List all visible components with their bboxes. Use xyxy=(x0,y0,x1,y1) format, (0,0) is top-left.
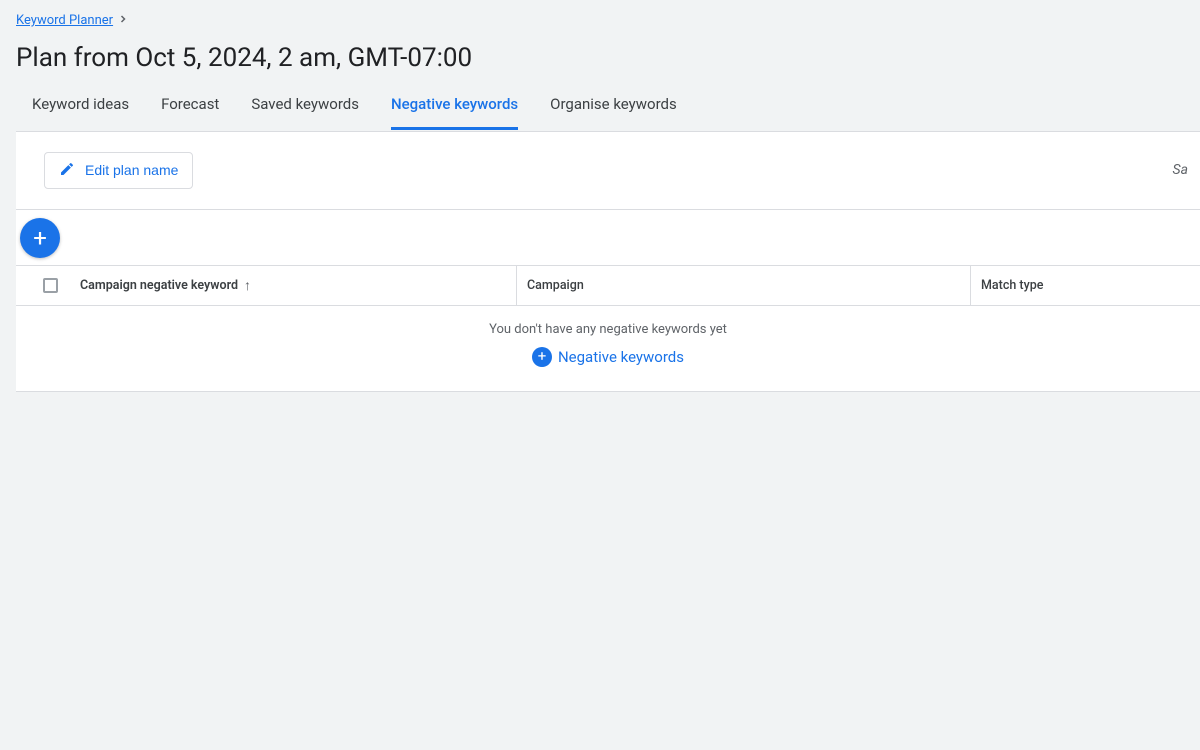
column-label-match-type: Match type xyxy=(981,278,1043,293)
table-header-campaign[interactable]: Campaign xyxy=(516,266,970,305)
column-label-campaign-negative-keyword: Campaign negative keyword xyxy=(80,278,238,293)
add-negative-keyword-fab[interactable]: + xyxy=(20,218,60,258)
tab-negative-keywords[interactable]: Negative keywords xyxy=(391,91,518,130)
fab-row: + xyxy=(16,210,1200,266)
page-title: Plan from Oct 5, 2024, 2 am, GMT-07:00 xyxy=(16,43,1200,73)
table-header-checkbox-cell xyxy=(16,278,72,293)
content-card: Edit plan name Sa + Campaign negative ke… xyxy=(16,131,1200,392)
add-negative-keywords-button[interactable]: + Negative keywords xyxy=(532,347,684,367)
tabs: Keyword ideas Forecast Saved keywords Ne… xyxy=(16,91,1200,131)
breadcrumb: Keyword Planner xyxy=(16,13,129,29)
plus-circle-icon: + xyxy=(532,347,552,367)
header-right-hint: Sa xyxy=(1173,162,1188,178)
empty-state-message: You don't have any negative keywords yet xyxy=(16,322,1200,337)
empty-state: You don't have any negative keywords yet… xyxy=(16,306,1200,392)
table-header: Campaign negative keyword ↑ Campaign Mat… xyxy=(16,266,1200,306)
column-label-campaign: Campaign xyxy=(527,278,584,293)
card-header: Edit plan name Sa xyxy=(16,132,1200,210)
edit-plan-name-button[interactable]: Edit plan name xyxy=(44,152,193,189)
arrow-up-icon: ↑ xyxy=(244,277,251,294)
select-all-checkbox[interactable] xyxy=(43,278,58,293)
table-header-match-type[interactable]: Match type xyxy=(970,266,1200,305)
pencil-icon xyxy=(59,161,75,180)
table-header-campaign-negative-keyword[interactable]: Campaign negative keyword ↑ xyxy=(72,277,516,294)
breadcrumb-link-keyword-planner[interactable]: Keyword Planner xyxy=(16,13,113,28)
plus-icon: + xyxy=(33,224,47,252)
chevron-right-icon xyxy=(117,13,129,29)
add-negative-keywords-label: Negative keywords xyxy=(558,348,684,366)
tab-keyword-ideas[interactable]: Keyword ideas xyxy=(32,91,129,130)
edit-plan-name-label: Edit plan name xyxy=(85,162,178,178)
tab-saved-keywords[interactable]: Saved keywords xyxy=(251,91,359,130)
tab-organise-keywords[interactable]: Organise keywords xyxy=(550,91,677,130)
tab-forecast[interactable]: Forecast xyxy=(161,91,219,130)
